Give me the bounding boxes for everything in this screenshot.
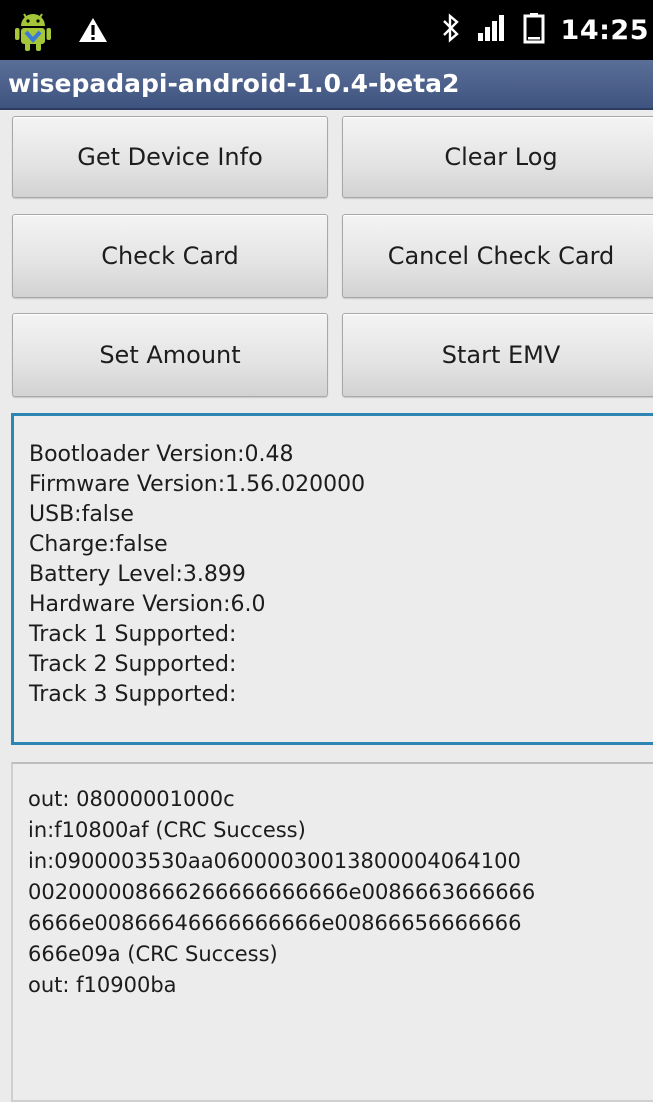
- track-2-supported-text: Track 2 Supported:: [29, 652, 237, 677]
- log-panel[interactable]: out: 08000001000c in:f10800af (CRC Succe…: [11, 762, 653, 1102]
- firmware-version-text: Firmware Version:1.56.020000: [29, 472, 366, 497]
- signal-icon: [477, 14, 507, 46]
- check-card-button[interactable]: Check Card: [12, 214, 328, 298]
- hardware-version-text: Hardware Version:6.0: [29, 592, 266, 617]
- log-line: out: 08000001000c: [28, 787, 235, 811]
- warning-icon: [78, 16, 108, 48]
- charge-status-text: Charge:false: [29, 532, 168, 557]
- status-clock: 14:25: [560, 14, 649, 46]
- app-title: wisepadapi-android-1.0.4-beta2: [8, 69, 460, 98]
- log-line: 6666e00866646666666666e00866656666666: [28, 911, 522, 935]
- battery-icon: [523, 12, 545, 48]
- battery-level-text: Battery Level:3.899: [29, 562, 246, 587]
- status-left-icons: [14, 8, 108, 56]
- android-robot-icon: [14, 8, 52, 56]
- bluetooth-icon: [441, 12, 461, 48]
- clear-log-button[interactable]: Clear Log: [342, 116, 653, 198]
- cancel-check-card-button[interactable]: Cancel Check Card: [342, 214, 653, 298]
- track-1-supported-text: Track 1 Supported:: [29, 622, 237, 647]
- get-device-info-button[interactable]: Get Device Info: [12, 116, 328, 198]
- log-line: out: f10900ba: [28, 973, 177, 997]
- app-title-bar: wisepadapi-android-1.0.4-beta2: [0, 60, 653, 110]
- bootloader-version-text: Bootloader Version:0.48: [29, 442, 294, 467]
- status-right-icons: 14:25: [441, 12, 649, 48]
- start-emv-button[interactable]: Start EMV: [342, 313, 653, 397]
- log-line: 666e09a (CRC Success): [28, 942, 278, 966]
- log-line: in:0900003530aa060000300138000040641​00: [28, 849, 521, 873]
- usb-status-text: USB:false: [29, 502, 134, 527]
- track-3-supported-text: Track 3 Supported:: [29, 682, 237, 707]
- status-bar: 14:25: [0, 0, 653, 60]
- log-line: 002000008666266666666666e0086663666666: [28, 880, 536, 904]
- set-amount-button[interactable]: Set Amount: [12, 313, 328, 397]
- log-line: in:f10800af (CRC Success): [28, 818, 306, 842]
- device-info-panel[interactable]: Bootloader Version:0.48 Firmware Version…: [11, 413, 653, 745]
